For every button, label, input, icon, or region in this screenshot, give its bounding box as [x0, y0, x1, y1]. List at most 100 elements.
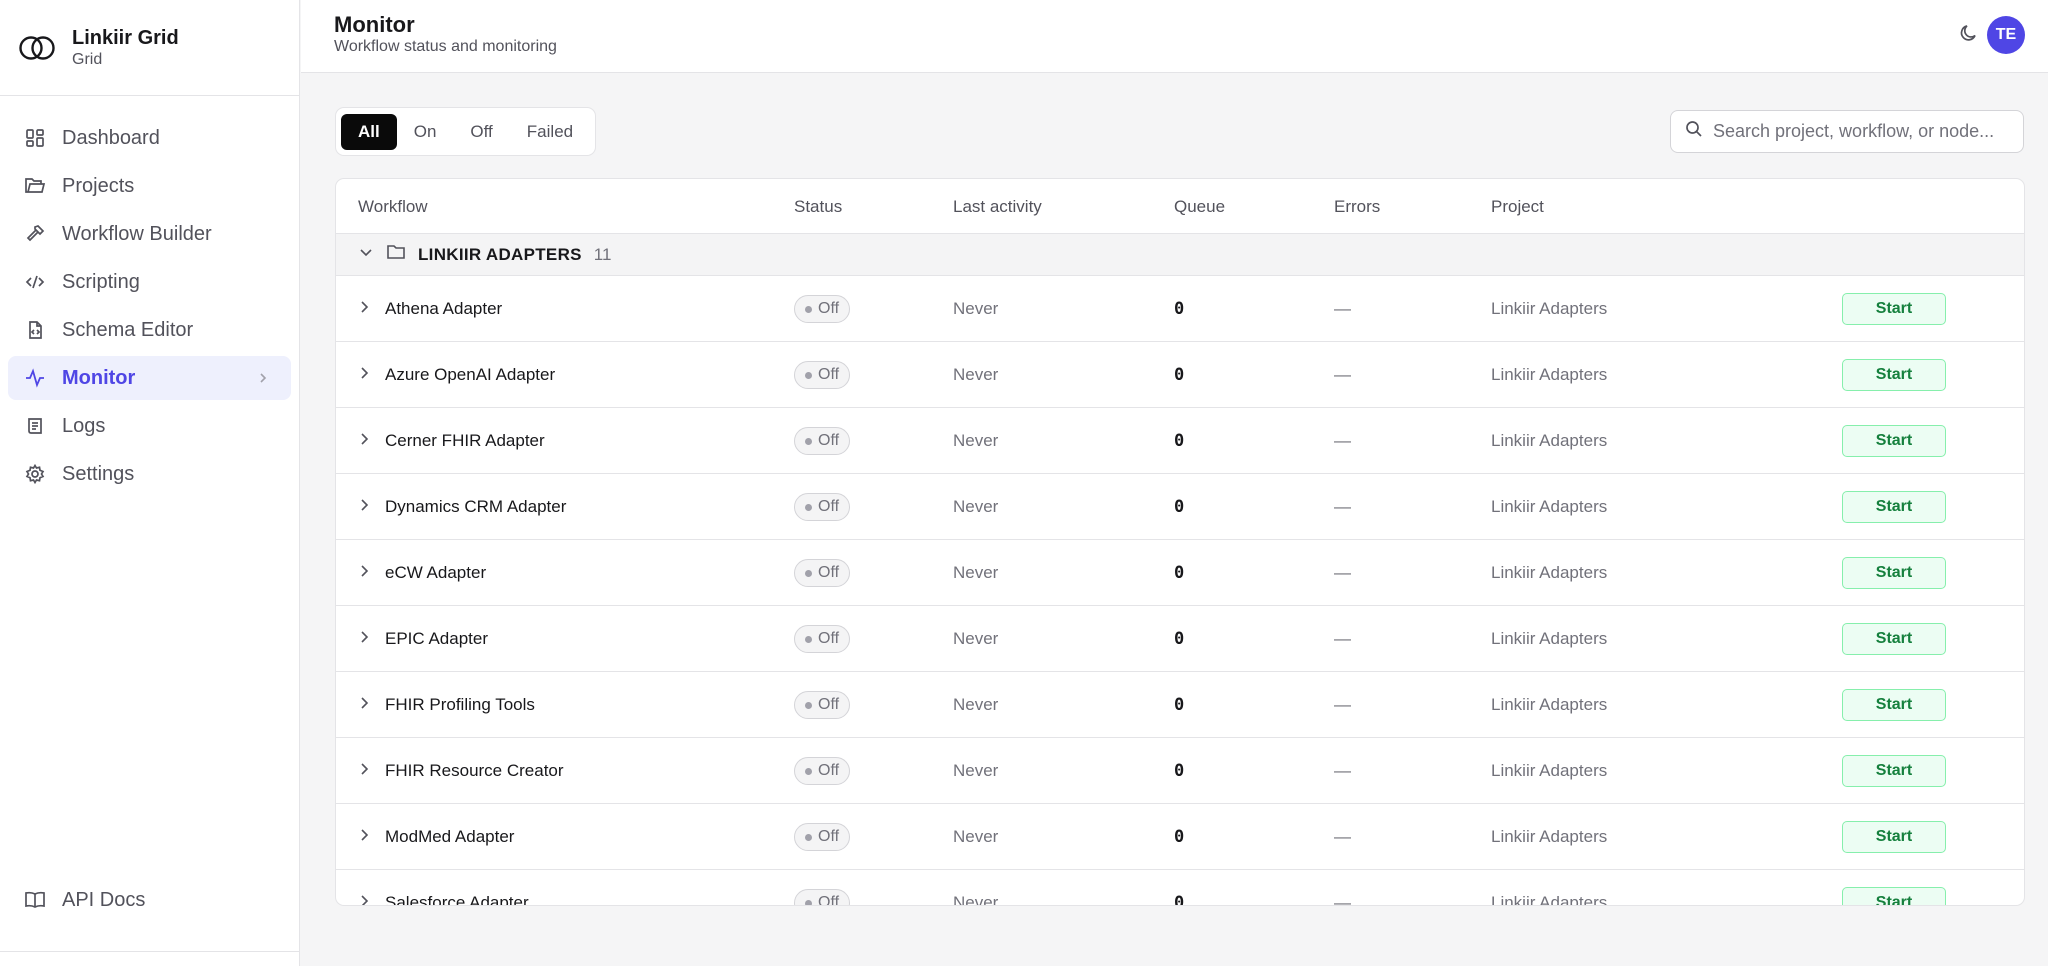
brand[interactable]: Linkiir Grid Grid: [0, 0, 299, 96]
status-dot-icon: [805, 569, 812, 577]
start-button[interactable]: Start: [1842, 755, 1946, 787]
search-input[interactable]: [1713, 121, 2013, 142]
row-expand-button[interactable]: [356, 738, 372, 804]
table-row[interactable]: FHIR Resource Creator Off Never 0 — Link…: [336, 738, 2024, 804]
table-row[interactable]: Salesforce Adapter Off Never 0 — Linkiir…: [336, 870, 2024, 906]
table-row[interactable]: Cerner FHIR Adapter Off Never 0 — Linkii…: [336, 408, 2024, 474]
chevron-right-icon: [356, 497, 372, 518]
filter-failed[interactable]: Failed: [510, 114, 590, 150]
row-expand-button[interactable]: [356, 672, 372, 738]
column-header-queue[interactable]: Queue: [1174, 197, 1225, 217]
sidebar-item-projects[interactable]: Projects: [8, 164, 291, 208]
queue-count: 0: [1174, 827, 1185, 847]
status-cell: Off: [794, 474, 851, 540]
sidebar-item-logs[interactable]: Logs: [8, 404, 291, 448]
sidebar-item-scripting[interactable]: Scripting: [8, 260, 291, 304]
start-button[interactable]: Start: [1842, 293, 1946, 325]
last-activity: Never: [953, 761, 999, 780]
status-dot-icon: [805, 767, 812, 775]
status-filter-tabs: All On Off Failed: [335, 107, 597, 156]
start-button[interactable]: Start: [1842, 359, 1946, 391]
action-cell: Start: [1842, 474, 1946, 540]
project-name: Linkiir Adapters: [1491, 629, 1608, 648]
status-label: Off: [818, 696, 840, 713]
table-row[interactable]: Athena Adapter Off Never 0 — Linkiir Ada…: [336, 276, 2024, 342]
chevron-right-icon: [253, 368, 273, 388]
sidebar-item-dashboard[interactable]: Dashboard: [8, 116, 291, 160]
status-label: Off: [818, 498, 840, 515]
code-icon: [24, 271, 46, 293]
row-expand-button[interactable]: [356, 540, 372, 606]
sidebar-item-label: Projects: [62, 174, 135, 197]
error-count: —: [1334, 893, 1351, 906]
row-expand-button[interactable]: [356, 474, 372, 540]
last-activity: Never: [953, 629, 999, 648]
theme-toggle-button[interactable]: [1954, 20, 1984, 50]
row-expand-button[interactable]: [356, 342, 372, 408]
status-dot-icon: [805, 833, 812, 841]
status-cell: Off: [794, 738, 851, 804]
column-header-status[interactable]: Status: [794, 197, 842, 217]
start-button[interactable]: Start: [1842, 887, 1946, 905]
action-cell: Start: [1842, 276, 1946, 342]
search-box: [1670, 110, 2024, 153]
row-expand-button[interactable]: [356, 606, 372, 672]
filter-all[interactable]: All: [341, 113, 397, 150]
last-activity: Never: [953, 563, 999, 582]
app-name: Linkiir Grid: [72, 26, 179, 49]
workflow-table: Workflow Status Last activity Queue Erro…: [335, 178, 2025, 906]
start-button[interactable]: Start: [1842, 689, 1946, 721]
sidebar-item-schema-editor[interactable]: Schema Editor: [8, 308, 291, 352]
table-header: Workflow Status Last activity Queue Erro…: [336, 179, 2024, 234]
filter-on[interactable]: On: [397, 114, 454, 150]
table-row[interactable]: FHIR Profiling Tools Off Never 0 — Linki…: [336, 672, 2024, 738]
workflow-name: ModMed Adapter: [385, 827, 515, 846]
row-expand-button[interactable]: [356, 276, 372, 342]
error-count: —: [1334, 299, 1351, 318]
column-header-workflow[interactable]: Workflow: [358, 197, 428, 217]
table-row[interactable]: Azure OpenAI Adapter Off Never 0 — Linki…: [336, 342, 2024, 408]
status-cell: Off: [794, 408, 851, 474]
sidebar-item-label: Dashboard: [62, 126, 160, 149]
column-header-errors[interactable]: Errors: [1334, 197, 1380, 217]
row-expand-button[interactable]: [356, 870, 372, 905]
filter-off[interactable]: Off: [453, 114, 509, 150]
status-badge: Off: [794, 295, 851, 323]
queue-count: 0: [1174, 629, 1185, 649]
action-cell: Start: [1842, 870, 1946, 905]
status-cell: Off: [794, 870, 851, 905]
sidebar-item-settings[interactable]: Settings: [8, 452, 291, 496]
error-count: —: [1334, 431, 1351, 450]
workflow-name: Athena Adapter: [385, 299, 503, 318]
start-button[interactable]: Start: [1842, 557, 1946, 589]
avatar[interactable]: TE: [1987, 16, 2025, 54]
start-button[interactable]: Start: [1842, 623, 1946, 655]
column-header-project[interactable]: Project: [1491, 197, 1544, 217]
start-button[interactable]: Start: [1842, 425, 1946, 457]
project-name: Linkiir Adapters: [1491, 497, 1608, 516]
row-expand-button[interactable]: [356, 804, 372, 870]
moon-icon: [1959, 23, 1979, 48]
column-header-last-activity[interactable]: Last activity: [953, 197, 1042, 217]
chevron-right-icon: [356, 299, 372, 320]
file-code-icon: [24, 319, 46, 341]
book-icon: [24, 889, 46, 911]
table-row[interactable]: EPIC Adapter Off Never 0 — Linkiir Adapt…: [336, 606, 2024, 672]
row-expand-button[interactable]: [356, 408, 372, 474]
status-label: Off: [818, 432, 840, 449]
workflow-name: eCW Adapter: [385, 563, 487, 582]
table-row[interactable]: eCW Adapter Off Never 0 — Linkiir Adapte…: [336, 540, 2024, 606]
sidebar-item-api-docs[interactable]: API Docs: [8, 878, 291, 922]
status-cell: Off: [794, 606, 851, 672]
chevron-right-icon: [356, 695, 372, 716]
action-cell: Start: [1842, 342, 1946, 408]
start-button[interactable]: Start: [1842, 821, 1946, 853]
start-button[interactable]: Start: [1842, 491, 1946, 523]
sidebar-item-monitor[interactable]: Monitor: [8, 356, 291, 400]
table-row[interactable]: Dynamics CRM Adapter Off Never 0 — Linki…: [336, 474, 2024, 540]
sidebar-item-workflow-builder[interactable]: Workflow Builder: [8, 212, 291, 256]
table-row[interactable]: ModMed Adapter Off Never 0 — Linkiir Ada…: [336, 804, 2024, 870]
chevron-down-icon[interactable]: [358, 244, 374, 265]
action-cell: Start: [1842, 606, 1946, 672]
project-group-row[interactable]: LINKIIR ADAPTERS 11: [336, 234, 2024, 276]
